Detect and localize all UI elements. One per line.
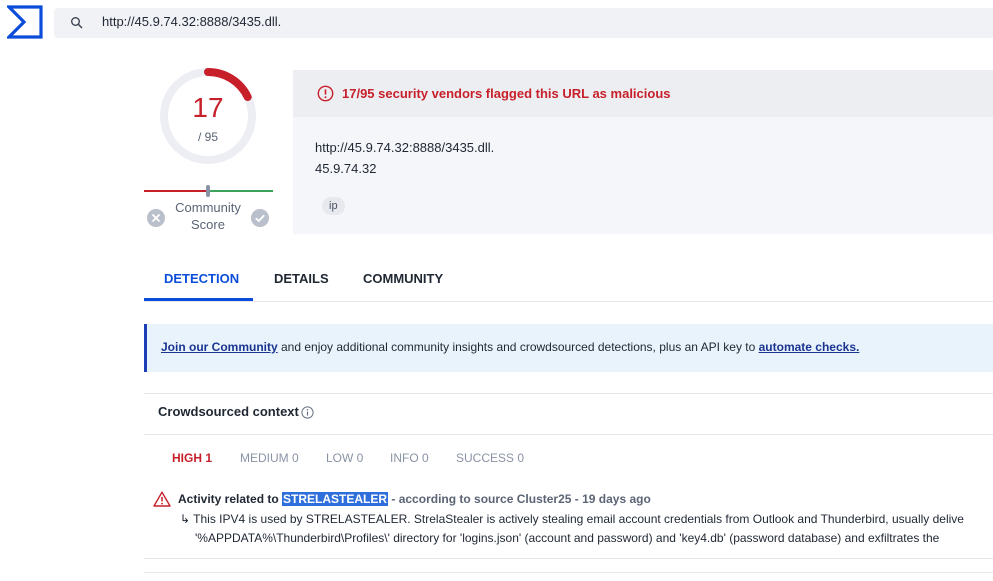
tab-details[interactable]: DETAILS <box>274 271 329 286</box>
warning-triangle-icon <box>153 491 171 507</box>
detection-count: 17 <box>192 92 224 123</box>
search-input[interactable]: http://45.9.74.32:8888/3435.dll. <box>54 8 993 38</box>
malicious-alert: 17/95 security vendors flagged this URL … <box>293 70 993 117</box>
tab-detection[interactable]: DETECTION <box>164 271 239 286</box>
search-value[interactable]: http://45.9.74.32:8888/3435.dll. <box>102 14 281 29</box>
tag-ip[interactable]: ip <box>322 197 345 215</box>
vote-harmless-icon[interactable] <box>250 208 270 228</box>
threat-name-highlight[interactable]: STRELASTEALER <box>282 492 389 506</box>
banner-text: Join our Community and enjoy additional … <box>161 340 859 354</box>
community-score-bar-negative <box>144 190 207 192</box>
tabs-divider <box>144 301 993 302</box>
virustotal-logo-icon[interactable] <box>7 4 43 40</box>
activity-description-line1: ↳ This IPV4 is used by STRELASTEALER. St… <box>180 512 964 526</box>
banner-middle-text: and enjoy additional community insights … <box>277 340 759 354</box>
top-bar: http://45.9.74.32:8888/3435.dll. <box>0 0 993 44</box>
community-score-marker <box>206 185 210 197</box>
bottom-divider <box>144 572 993 573</box>
automate-checks-link[interactable]: automate checks. <box>759 340 860 354</box>
alert-circle-icon <box>317 85 334 102</box>
severity-tab-low[interactable]: LOW 0 <box>326 451 363 465</box>
activity-prefix: Activity related to <box>178 492 283 506</box>
vote-malicious-icon[interactable] <box>146 208 166 228</box>
community-score-label: Community Score <box>166 199 250 233</box>
scanned-url: http://45.9.74.32:8888/3435.dll. <box>315 140 495 155</box>
severity-tab-success[interactable]: SUCCESS 0 <box>456 451 524 465</box>
detection-total: / 95 <box>197 130 218 144</box>
search-icon[interactable] <box>70 16 84 30</box>
community-score-label-line1: Community <box>175 200 241 215</box>
crowdsourced-context-panel: HIGH 1 MEDIUM 0 LOW 0 INFO 0 SUCCESS 0 A… <box>144 434 993 559</box>
severity-tab-medium[interactable]: MEDIUM 0 <box>240 451 299 465</box>
activity-title: Activity related to STRELASTEALER - acco… <box>178 492 651 506</box>
join-community-link[interactable]: Join our Community <box>161 340 278 354</box>
crowdsourced-context-header: Crowdsourced context <box>144 393 993 435</box>
summary-card: 17/95 security vendors flagged this URL … <box>293 70 993 234</box>
alert-text: 17/95 security vendors flagged this URL … <box>342 86 671 101</box>
info-icon[interactable] <box>301 406 314 419</box>
crowdsourced-context-title: Crowdsourced context <box>158 404 299 419</box>
community-score-label-line2: Score <box>191 217 225 232</box>
community-banner: Join our Community and enjoy additional … <box>144 324 993 372</box>
activity-source: - according to source Cluster25 - 19 day… <box>388 492 651 506</box>
community-score-bar-positive <box>209 190 273 192</box>
resolved-ip: 45.9.74.32 <box>315 161 377 176</box>
severity-tab-high[interactable]: HIGH 1 <box>172 451 212 465</box>
activity-description-line2: '%APPDATA%\Thunderbird\Profiles\' direct… <box>195 531 940 545</box>
severity-tab-info[interactable]: INFO 0 <box>390 451 429 465</box>
tab-community[interactable]: COMMUNITY <box>363 271 443 286</box>
